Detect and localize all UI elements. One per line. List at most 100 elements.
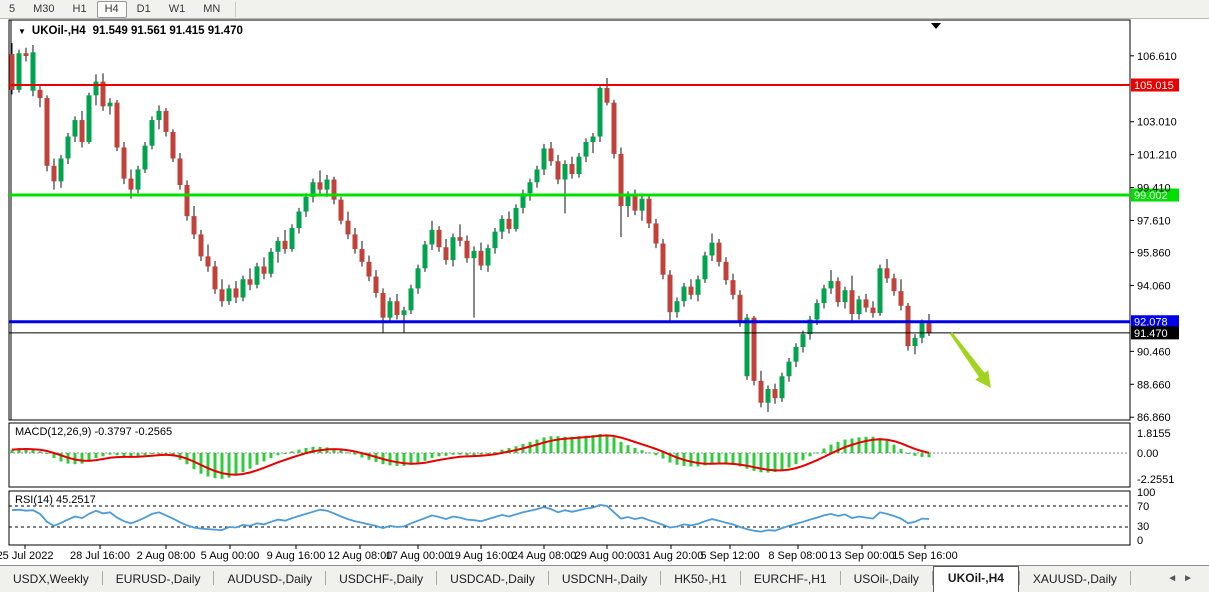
symbol-tab-eurchfh1[interactable]: EURCHF-,H1 xyxy=(741,568,840,592)
candle-down xyxy=(864,299,869,307)
candle-up xyxy=(486,248,491,265)
candle-down xyxy=(899,291,904,306)
macd-bar xyxy=(207,453,210,477)
time-tick-label: 24 Aug 08:00 xyxy=(512,550,577,562)
timeframe-button-w1[interactable]: W1 xyxy=(161,1,194,18)
symbol-tab-usdcnhdaily[interactable]: USDCNH-,Daily xyxy=(549,568,660,592)
macd-bar xyxy=(893,445,896,453)
macd-bar xyxy=(480,453,483,455)
tab-scroll-arrows[interactable]: ◄► xyxy=(1167,573,1209,592)
candle-up xyxy=(150,120,155,146)
macd-bar xyxy=(158,453,161,454)
macd-bar xyxy=(830,445,833,453)
candle-down xyxy=(38,90,43,98)
symbol-tab-usdchfdaily[interactable]: USDCHF-,Daily xyxy=(326,568,436,592)
candle-up xyxy=(822,288,827,303)
candle-down xyxy=(213,266,218,289)
macd-bar xyxy=(655,453,658,455)
candle-down xyxy=(906,306,911,346)
candle-up xyxy=(136,169,141,189)
price-tick-label: 103.010 xyxy=(1137,117,1177,129)
macd-bar xyxy=(613,437,616,453)
candle-up xyxy=(815,303,820,319)
candle-up xyxy=(703,255,708,279)
timeframe-button-d1[interactable]: D1 xyxy=(129,1,159,18)
rsi-axis-label: 30 xyxy=(1137,521,1149,533)
timeframe-button-h1[interactable]: H1 xyxy=(65,1,95,18)
candle-down xyxy=(661,244,666,275)
time-tick-label: 15 Sep 16:00 xyxy=(892,550,957,562)
symbol-tab-eurusddaily[interactable]: EURUSD-,Daily xyxy=(103,568,214,592)
time-tick-label: 8 Sep 08:00 xyxy=(768,550,827,562)
candle-up xyxy=(857,299,862,314)
symbol-tab-hk50h1[interactable]: HK50-,H1 xyxy=(661,568,740,592)
chart-title: ▼UKOil-,H491.549 91.561 91.415 91.470 xyxy=(18,25,243,37)
candle-up xyxy=(241,279,246,297)
symbol-tab-audusddaily[interactable]: AUDUSD-,Daily xyxy=(214,568,325,592)
macd-bar xyxy=(900,449,903,453)
macd-bar xyxy=(396,453,399,466)
candle-down xyxy=(262,266,267,273)
candle-up xyxy=(73,120,78,136)
price-tick-label: 86.860 xyxy=(1137,412,1171,424)
macd-bar xyxy=(284,453,287,454)
rsi-axis-label: 0 xyxy=(1137,535,1143,547)
candle-down xyxy=(612,103,617,154)
symbol-tab-usoildaily[interactable]: USOil-,Daily xyxy=(841,568,932,592)
timeframe-button-mn[interactable]: MN xyxy=(195,1,228,18)
price-tick-label: 95.860 xyxy=(1137,248,1171,260)
macd-bar xyxy=(39,451,42,453)
chart-surface[interactable]: 105.01599.00292.07891.470106.610103.0101… xyxy=(0,19,1209,565)
candle-up xyxy=(640,199,645,211)
candle-up xyxy=(598,88,603,136)
symbol-tab-usdcaddaily[interactable]: USDCAD-,Daily xyxy=(437,568,548,592)
timeframe-button-h4[interactable]: H4 xyxy=(97,1,127,18)
candle-down xyxy=(507,219,512,229)
candle-down xyxy=(374,277,379,293)
rsi-label: RSI(14) 45.2517 xyxy=(15,494,96,506)
time-tick-label: 25 Jul 2022 xyxy=(0,550,53,562)
chart-menu-icon[interactable]: ▼ xyxy=(18,27,26,36)
candle-down xyxy=(549,148,554,161)
candle-up xyxy=(87,95,92,142)
time-tick-label: 5 Sep 12:00 xyxy=(700,550,759,562)
candle-down xyxy=(654,223,659,243)
candle-up xyxy=(157,111,162,120)
macd-bar xyxy=(249,453,252,469)
candle-down xyxy=(192,216,197,234)
candle-up xyxy=(787,362,792,377)
tab-scroll-right-icon[interactable]: ► xyxy=(1183,573,1199,584)
candle-down xyxy=(185,185,190,216)
symbol-tab-ukoilh4[interactable]: UKOil-,H4 xyxy=(933,566,1019,592)
candle-down xyxy=(45,98,50,166)
macd-bar xyxy=(662,453,665,459)
macd-bar xyxy=(620,442,623,453)
macd-bar xyxy=(347,452,350,453)
candle-up xyxy=(325,180,330,190)
symbol-tab-xauusddaily[interactable]: XAUUSD-,Daily xyxy=(1020,568,1130,592)
price-tick-label: 106.610 xyxy=(1137,51,1177,63)
candle-up xyxy=(710,243,715,256)
price-badge-label: 105.015 xyxy=(1134,80,1174,92)
candle-up xyxy=(269,252,274,274)
macd-bar xyxy=(802,453,805,460)
timeframe-button-5[interactable]: 5 xyxy=(1,1,23,18)
macd-bar xyxy=(578,436,581,453)
candle-up xyxy=(591,137,596,142)
price-tick-label: 90.460 xyxy=(1137,346,1171,358)
symbol-tab-usdxweekly[interactable]: USDX,Weekly xyxy=(0,568,102,592)
candle-up xyxy=(416,268,421,288)
candle-down xyxy=(556,161,561,179)
candle-down xyxy=(395,301,400,315)
candle-down xyxy=(717,243,722,262)
tab-scroll-left-icon[interactable]: ◄ xyxy=(1167,573,1183,584)
candle-up xyxy=(535,169,540,182)
mt4-window: { "toolbar": { "timeframes": ["5", "M30"… xyxy=(0,0,1209,592)
macd-bar xyxy=(865,437,868,453)
candle-down xyxy=(248,279,253,284)
macd-bar xyxy=(459,453,462,455)
candle-up xyxy=(227,288,232,301)
macd-bar xyxy=(781,453,784,470)
candle-up xyxy=(423,244,428,268)
timeframe-button-m30[interactable]: M30 xyxy=(25,1,62,18)
